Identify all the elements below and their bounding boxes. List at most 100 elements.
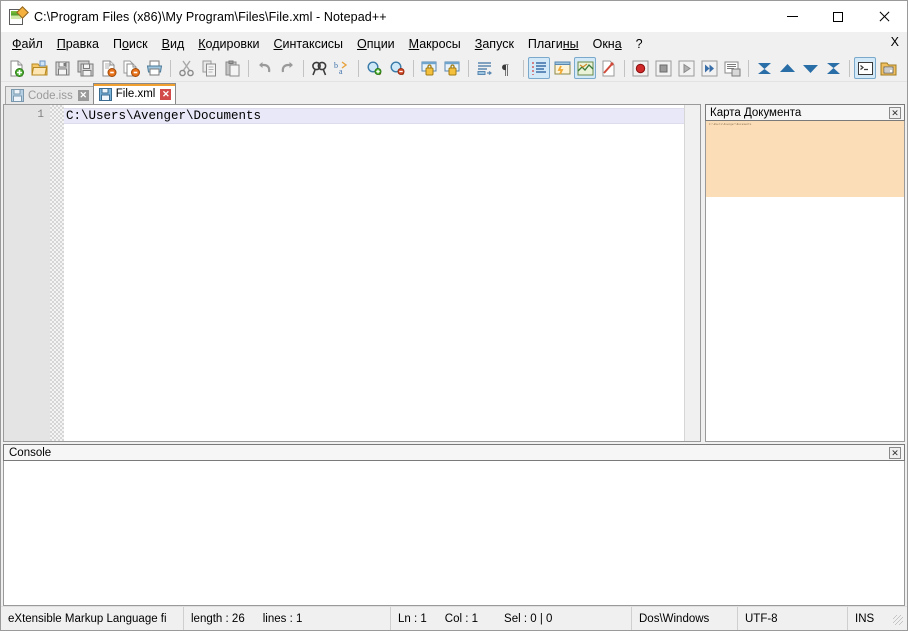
- zoom-out-button[interactable]: [386, 57, 408, 79]
- menu-item-macro[interactable]: Макросы: [402, 33, 468, 54]
- tab-label: File.xml: [115, 88, 156, 100]
- function-list-button[interactable]: [597, 57, 619, 79]
- bookmark-first-button[interactable]: [753, 57, 775, 79]
- toolbar-separator: [748, 59, 749, 77]
- console-toggle-button[interactable]: [854, 57, 876, 79]
- console-output[interactable]: [3, 461, 905, 606]
- close-file-button[interactable]: [97, 57, 119, 79]
- tab-file-xml[interactable]: File.xml ✕: [92, 83, 177, 104]
- bookmark-margin[interactable]: [50, 105, 64, 441]
- save-all-button[interactable]: [74, 57, 96, 79]
- tab-label: Code.iss: [28, 89, 73, 102]
- menu-item-plugins[interactable]: Плагины: [521, 33, 586, 54]
- menu-item-edit[interactable]: Правка: [50, 33, 106, 54]
- indent-guide-button[interactable]: [528, 57, 550, 79]
- menu-item-search[interactable]: Поиск: [106, 33, 155, 54]
- show-all-characters-button[interactable]: ¶: [496, 57, 518, 79]
- status-sel: Sel : 0 | 0: [504, 612, 553, 625]
- save-button[interactable]: [51, 57, 73, 79]
- bookmark-last-button[interactable]: [822, 57, 844, 79]
- close-document-button[interactable]: X: [891, 35, 899, 49]
- line-number-gutter: 1: [4, 105, 50, 441]
- console-close-icon[interactable]: ✕: [889, 447, 901, 459]
- status-length: length : 26: [191, 612, 245, 625]
- menu-item-view[interactable]: Вид: [155, 33, 192, 54]
- record-macro-button[interactable]: [629, 57, 651, 79]
- line-number: 1: [37, 109, 44, 121]
- minimize-button[interactable]: [769, 1, 815, 32]
- menu-item-file[interactable]: Файл: [5, 33, 50, 54]
- status-insert-mode-label: INS: [855, 612, 875, 625]
- close-button[interactable]: [861, 1, 907, 32]
- print-button[interactable]: [143, 57, 165, 79]
- tab-code-iss[interactable]: Code.iss ✕: [5, 86, 94, 104]
- svg-text:b: b: [334, 61, 338, 70]
- minimize-icon: [786, 16, 798, 17]
- notepad-plus-plus-icon: [8, 5, 29, 26]
- code-line: C:\Users\Avenger\Documents: [64, 108, 684, 124]
- bookmark-next-button[interactable]: [799, 57, 821, 79]
- find-button[interactable]: [308, 57, 330, 79]
- save-icon: [98, 87, 112, 101]
- run-macro-multiple-button[interactable]: [698, 57, 720, 79]
- close-icon: [879, 11, 890, 22]
- status-insert-mode: INS: [848, 607, 907, 630]
- menu-item-run[interactable]: Запуск: [468, 33, 521, 54]
- status-bar: eXtensible Markup Language fi length : 2…: [1, 606, 907, 630]
- cut-button[interactable]: [175, 57, 197, 79]
- save-macro-button[interactable]: [721, 57, 743, 79]
- editor-pane[interactable]: 1 C:\Users\Avenger\Documents: [3, 104, 701, 442]
- toolbar-separator: [468, 59, 469, 77]
- resize-grip-icon[interactable]: [890, 612, 904, 626]
- replace-button[interactable]: ba: [331, 57, 353, 79]
- tab-close-icon[interactable]: ✕: [160, 88, 172, 100]
- maximize-button[interactable]: [815, 1, 861, 32]
- toolbar-separator: [849, 59, 850, 77]
- sync-horizontal-scroll-button[interactable]: [441, 57, 463, 79]
- play-macro-button[interactable]: [675, 57, 697, 79]
- copy-button[interactable]: [198, 57, 220, 79]
- word-wrap-button[interactable]: [473, 57, 495, 79]
- save-icon: [11, 89, 24, 102]
- document-map-close-icon[interactable]: ✕: [889, 107, 901, 119]
- svg-text:¶: ¶: [502, 62, 509, 77]
- new-file-button[interactable]: [5, 57, 27, 79]
- status-caret-position: Ln : 1 Col : 1 Sel : 0 | 0: [391, 607, 632, 630]
- document-map-viewport[interactable]: C:\Users\Avenger\Documents: [706, 121, 904, 197]
- paste-button[interactable]: [221, 57, 243, 79]
- toolbar-separator: [624, 59, 625, 77]
- close-all-button[interactable]: [120, 57, 142, 79]
- status-lines: lines : 1: [262, 612, 303, 625]
- redo-button[interactable]: [276, 57, 298, 79]
- menu-item-window[interactable]: Окна: [586, 33, 629, 54]
- zoom-in-button[interactable]: [363, 57, 385, 79]
- status-eol-format: Dos\Windows: [632, 607, 738, 630]
- menu-item-encoding[interactable]: Кодировки: [191, 33, 266, 54]
- console-title: Console: [9, 446, 52, 459]
- workspace: 1 C:\Users\Avenger\Documents Карта Докум…: [1, 104, 907, 606]
- tab-bar: Code.iss ✕ File.xml ✕: [1, 82, 907, 104]
- window-controls: [769, 1, 907, 32]
- toolbar-separator: [303, 59, 304, 77]
- sync-vertical-scroll-button[interactable]: [418, 57, 440, 79]
- tab-close-icon[interactable]: ✕: [77, 90, 89, 101]
- status-col: Col : 1: [444, 612, 479, 625]
- menu-bar: Файл Правка Поиск Вид Кодировки Синтакси…: [1, 32, 907, 55]
- bookmark-prev-button[interactable]: [776, 57, 798, 79]
- editor-vertical-scrollbar[interactable]: [684, 105, 700, 441]
- document-map-preview-text: C:\Users\Avenger\Documents: [709, 123, 752, 126]
- toolbar-separator: [413, 59, 414, 77]
- menu-item-help[interactable]: ?: [629, 33, 650, 54]
- menu-item-language[interactable]: Синтаксисы: [267, 33, 351, 54]
- text-area[interactable]: C:\Users\Avenger\Documents: [64, 105, 684, 441]
- open-file-button[interactable]: [28, 57, 50, 79]
- undo-button[interactable]: [253, 57, 275, 79]
- user-defined-language-button[interactable]: [551, 57, 573, 79]
- document-map-title: Карта Документа: [710, 106, 802, 119]
- status-language: eXtensible Markup Language fi: [1, 607, 184, 630]
- document-map-button[interactable]: [574, 57, 596, 79]
- folder-explorer-button[interactable]: [877, 57, 899, 79]
- document-map-body[interactable]: C:\Users\Avenger\Documents: [705, 121, 905, 442]
- stop-macro-button[interactable]: [652, 57, 674, 79]
- menu-item-settings[interactable]: Опции: [350, 33, 402, 54]
